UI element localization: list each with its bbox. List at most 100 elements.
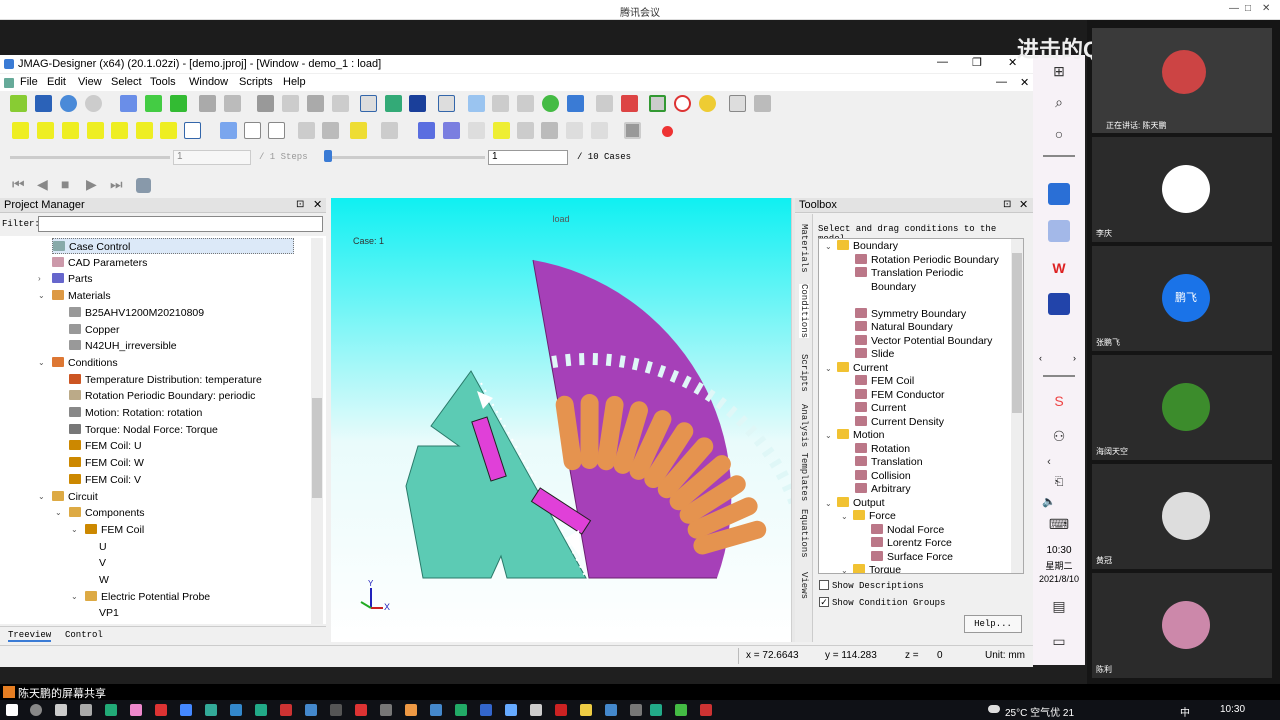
toolbox-item[interactable]: Surface Force: [871, 550, 953, 565]
tree-item[interactable]: W: [99, 572, 109, 588]
window-minimize-icon[interactable]: —: [937, 56, 948, 68]
edges-icon[interactable]: [268, 122, 285, 139]
start-icon[interactable]: [6, 704, 18, 716]
wps-icon[interactable]: W: [1048, 257, 1070, 279]
app-green-icon[interactable]: [205, 704, 217, 716]
app-green2-icon[interactable]: [650, 704, 662, 716]
menu-tools[interactable]: Tools: [150, 76, 176, 88]
view-top-icon[interactable]: [136, 122, 153, 139]
case-slider-thumb[interactable]: [324, 150, 332, 162]
app-red3-icon[interactable]: [555, 704, 567, 716]
step-slider[interactable]: [10, 156, 170, 159]
pointer-icon[interactable]: [468, 95, 485, 112]
close-icon[interactable]: ✕: [1262, 3, 1270, 14]
tree-item[interactable]: Torque: Nodal Force: Torque: [69, 422, 218, 438]
toolbox-item[interactable]: Vector Potential Boundary: [855, 334, 992, 349]
window-restore-icon[interactable]: ❐: [972, 56, 982, 69]
widgets-icon[interactable]: [80, 704, 92, 716]
tree-item[interactable]: N42UH_irreversible: [69, 338, 177, 354]
shade-icon[interactable]: [220, 122, 237, 139]
toolbox-folder[interactable]: Force: [853, 510, 896, 524]
view-right-icon[interactable]: [111, 122, 128, 139]
mesh-icon[interactable]: [224, 95, 241, 112]
help-button[interactable]: Help...: [964, 615, 1022, 633]
tree-item[interactable]: Temperature Distribution: temperature: [69, 372, 262, 388]
search-icon[interactable]: ⌕: [1048, 91, 1070, 113]
fit-icon[interactable]: [438, 95, 455, 112]
cube-green-icon[interactable]: [145, 95, 162, 112]
app-mail-icon[interactable]: [305, 704, 317, 716]
model-viewport[interactable]: load Case: 1 Y X: [331, 198, 791, 642]
toolbox-item[interactable]: Collision: [855, 469, 911, 484]
wireframe-icon[interactable]: [257, 95, 274, 112]
cube-edit-icon[interactable]: [170, 95, 187, 112]
menu-file[interactable]: File: [20, 76, 38, 88]
panel-close-icon[interactable]: ✕: [313, 198, 322, 211]
cut-icon[interactable]: [517, 122, 534, 139]
app-gray-icon[interactable]: [380, 704, 392, 716]
tree-item[interactable]: B25AHV1200M20210809: [69, 305, 204, 321]
app-yellow-icon[interactable]: [580, 704, 592, 716]
tree-item[interactable]: Rotation Periodic Boundary: periodic: [69, 388, 255, 404]
volume-icon[interactable]: 🔈: [1038, 491, 1060, 513]
task-view-icon[interactable]: ○: [1048, 123, 1070, 145]
undo-icon[interactable]: [60, 95, 77, 112]
jmag-taskbar-icon[interactable]: [1048, 293, 1070, 315]
toolbox-item[interactable]: Slide: [855, 348, 894, 362]
cube-gray-icon[interactable]: [199, 95, 216, 112]
window-icon[interactable]: [729, 95, 746, 112]
outlook-icon[interactable]: [1048, 183, 1070, 205]
tree-item[interactable]: Conditions: [52, 355, 118, 371]
tree-item[interactable]: U: [99, 539, 107, 555]
app-icon[interactable]: [1048, 220, 1070, 242]
e-icon[interactable]: [409, 95, 426, 112]
taskbar-ime[interactable]: 中: [1180, 704, 1190, 719]
show-condition-groups-checkbox[interactable]: ✓: [819, 597, 829, 607]
tree-scrollbar[interactable]: [311, 238, 323, 624]
app-orange-icon[interactable]: [405, 704, 417, 716]
toolbox-item[interactable]: Translation: [855, 456, 923, 470]
record-icon[interactable]: [662, 126, 673, 137]
prev-frame-icon[interactable]: ◀: [37, 176, 48, 193]
chat-app-icon[interactable]: [105, 704, 117, 716]
toolbox-item[interactable]: Current Density: [855, 415, 944, 430]
participant-tile[interactable]: 鹏飞 张鹏飞: [1092, 246, 1272, 351]
collapse-icon[interactable]: ⌄: [825, 364, 832, 373]
app-dark-icon[interactable]: [330, 704, 342, 716]
app-red4-icon[interactable]: [700, 704, 712, 716]
tab-equations[interactable]: Equations: [799, 509, 809, 558]
collapse-icon[interactable]: ⌄: [71, 525, 78, 534]
toolbox-pin-icon[interactable]: ⊡: [1003, 199, 1011, 210]
toolbox-item[interactable]: Rotation: [855, 442, 910, 457]
people-icon[interactable]: ⚇: [1048, 425, 1070, 447]
collapse-icon[interactable]: ⌄: [38, 492, 45, 501]
play-icon[interactable]: ▶: [86, 176, 97, 193]
triangle-icon[interactable]: [566, 122, 583, 139]
tree-item[interactable]: FEM Coil: [85, 522, 144, 538]
menu-select[interactable]: Select: [111, 76, 142, 88]
toolbox-item[interactable]: Natural Boundary: [855, 321, 953, 335]
collapse-icon[interactable]: ⌄: [71, 592, 78, 601]
tree-item[interactable]: FEM Coil: U: [69, 438, 142, 454]
conditions-scrollbar[interactable]: [1011, 239, 1023, 573]
transparent-icon[interactable]: [381, 122, 398, 139]
show-descriptions-checkbox[interactable]: [819, 580, 829, 590]
outline-icon[interactable]: [244, 122, 261, 139]
result-icon[interactable]: [385, 95, 402, 112]
tree-item[interactable]: Circuit: [52, 489, 98, 505]
app-word-icon[interactable]: [430, 704, 442, 716]
tab-views[interactable]: Views: [799, 572, 809, 599]
tab-treeview[interactable]: Treeview: [8, 630, 52, 642]
camera-icon[interactable]: [624, 122, 641, 139]
collapse-icon[interactable]: ⌄: [841, 512, 848, 521]
toolbox-item[interactable]: FEM Coil: [855, 375, 914, 389]
keyboard-icon[interactable]: ⌨: [1048, 513, 1070, 535]
toolbox-item[interactable]: Lorentz Force: [871, 537, 952, 551]
toolbox-folder[interactable]: Motion: [837, 429, 885, 443]
toolbox-folder[interactable]: Output: [837, 496, 885, 511]
toolbox-folder[interactable]: Current: [837, 361, 888, 376]
collapse-icon[interactable]: ⌄: [825, 431, 832, 440]
app-gray2-icon[interactable]: [630, 704, 642, 716]
collapse-icon[interactable]: ⌄: [38, 291, 45, 300]
new-project-icon[interactable]: [10, 95, 27, 112]
